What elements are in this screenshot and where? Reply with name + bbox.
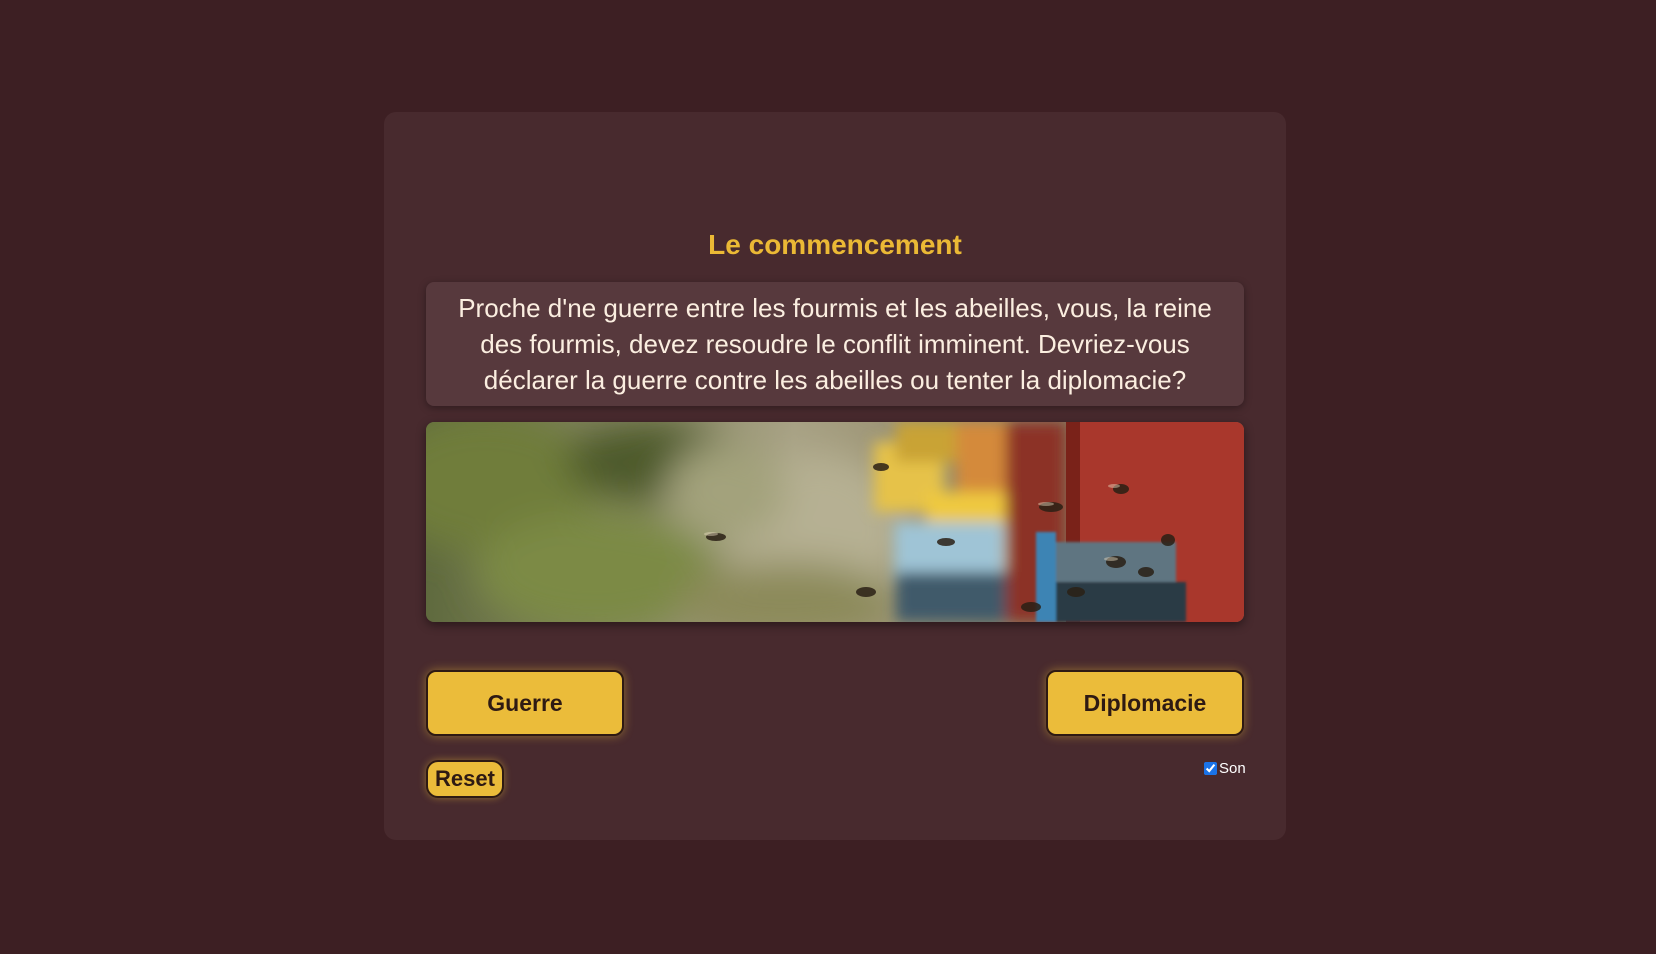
- sound-label: Son: [1219, 760, 1246, 777]
- sound-checkbox[interactable]: [1204, 762, 1217, 775]
- chapter-title: Le commencement: [708, 229, 962, 260]
- scene-image: [426, 422, 1244, 622]
- diplomacy-button[interactable]: Diplomacie: [1046, 670, 1244, 736]
- reset-button[interactable]: Reset: [426, 760, 504, 798]
- story-text: Proche d'ne guerre entre les fourmis et …: [426, 282, 1244, 406]
- game-card: Le commencement Proche d'ne guerre entre…: [384, 112, 1286, 840]
- sound-toggle[interactable]: Son: [1204, 760, 1246, 777]
- war-button[interactable]: Guerre: [426, 670, 624, 736]
